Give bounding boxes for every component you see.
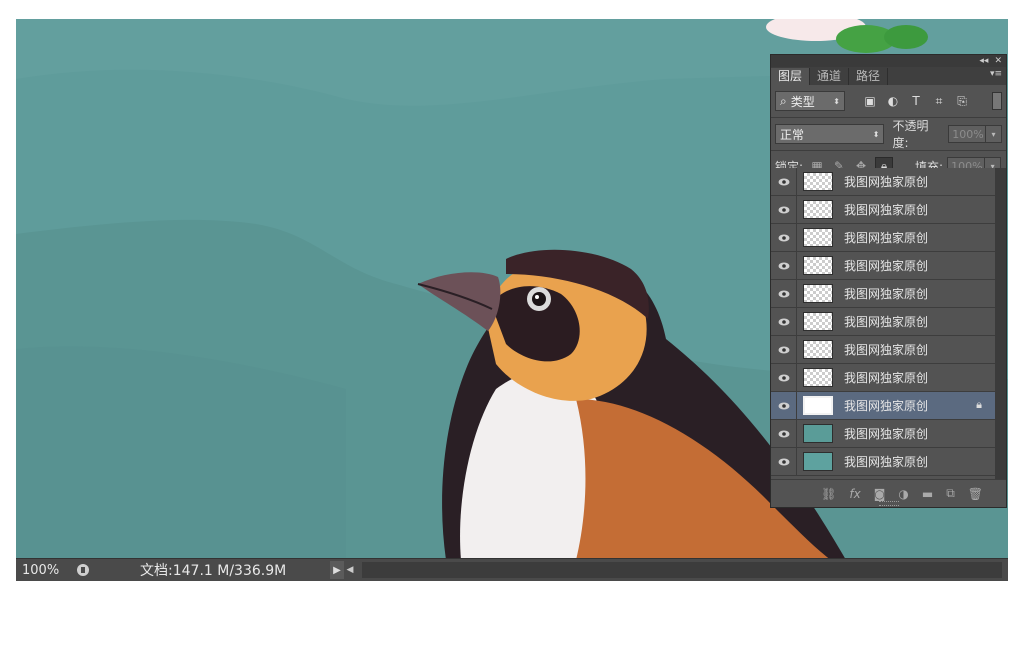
layer-name: 我图网独家原创	[844, 371, 929, 385]
layer-thumbnail	[803, 284, 833, 303]
tab-layers[interactable]: 图层	[771, 68, 811, 85]
layer-row-selected[interactable]: 我图网独家原创 🔒︎	[771, 392, 996, 420]
layer-name: 我图网独家原创	[844, 259, 929, 273]
layer-row[interactable]: 我图网独家原创	[771, 364, 996, 392]
layer-name: 我图网独家原创	[844, 175, 929, 189]
document-info: 文档:147.1 M/336.9M	[140, 563, 287, 579]
layer-thumbnail	[803, 368, 833, 387]
layer-thumbnail	[803, 424, 833, 443]
eye-icon[interactable]	[771, 336, 797, 363]
eye-icon[interactable]	[771, 224, 797, 251]
link-icon[interactable]: ⛓	[821, 487, 836, 501]
pixel-filter-icon[interactable]: ▣	[863, 94, 877, 108]
blend-mode-select[interactable]: 正常 ⬍	[775, 124, 885, 144]
layer-row[interactable]: 我图网独家原创	[771, 336, 996, 364]
layer-row[interactable]: 我图网独家原创	[771, 196, 996, 224]
layer-row[interactable]: 我图网独家原创	[771, 252, 996, 280]
layer-row[interactable]: 我图网独家原创	[771, 280, 996, 308]
eye-icon[interactable]	[771, 280, 797, 307]
divider	[771, 150, 1006, 151]
layer-row[interactable]: 我图网独家原创	[771, 420, 996, 448]
layer-name: 我图网独家原创	[844, 203, 929, 217]
eye-icon[interactable]	[771, 364, 797, 391]
chevron-updown-icon: ⬍	[833, 96, 840, 106]
horizontal-scrollbar[interactable]	[362, 562, 1002, 578]
collapse-icon[interactable]: ◂◂	[979, 56, 988, 66]
close-icon[interactable]: ✕	[994, 56, 1002, 66]
opacity-label: 不透明度:	[892, 119, 929, 150]
layer-thumbnail	[803, 256, 833, 275]
divider	[771, 117, 1006, 118]
layer-name: 我图网独家原创	[844, 315, 929, 329]
layers-bottom-bar: ⛓ fx ◙ ◑ ▬ ⧉ 🗑︎	[771, 479, 1006, 507]
filter-type-select[interactable]: ⌕ 类型 ⬍	[775, 91, 845, 111]
layer-list: 我图网独家原创 我图网独家原创 我图网独家原创 我图网独家原创 我图网独家原创 …	[771, 168, 996, 476]
adjustment-filter-icon[interactable]: ◐	[886, 94, 900, 108]
layer-name: 我图网独家原创	[844, 343, 929, 357]
layer-thumbnail	[803, 172, 833, 191]
filter-toggle[interactable]	[992, 92, 1002, 110]
layer-name: 我图网独家原创	[844, 231, 929, 245]
eye-icon[interactable]	[771, 392, 797, 419]
blend-mode-value: 正常	[780, 127, 805, 142]
tab-paths[interactable]: 路径	[849, 68, 889, 85]
chevron-updown-icon: ⬍	[872, 129, 880, 139]
layer-thumbnail	[803, 200, 833, 219]
filter-type-label: 类型	[790, 94, 815, 109]
layers-panel: ◂◂ ✕ 图层 通道 路径 ▾≡ ⌕ 类型 ⬍ ▣ ◐ T ⌗ ⎘ 正常 ⬍ 不…	[770, 54, 1007, 508]
layer-name: 我图网独家原创	[844, 455, 929, 469]
layer-row[interactable]: 我图网独家原创	[771, 448, 996, 476]
layer-thumbnail	[803, 340, 833, 359]
zoom-level[interactable]: 100%	[16, 563, 72, 578]
layers-scrollbar[interactable]	[995, 168, 1006, 479]
layer-row[interactable]: 我图网独家原创	[771, 224, 996, 252]
smart-object-filter-icon[interactable]: ⎘	[955, 94, 969, 108]
layer-row[interactable]: 我图网独家原创	[771, 168, 996, 196]
layer-name: 我图网独家原创	[844, 399, 929, 413]
fx-icon[interactable]: fx	[849, 487, 860, 501]
status-bar: 100% 文档:147.1 M/336.9M ▶ ◀	[16, 558, 1008, 581]
shape-filter-icon[interactable]: ⌗	[932, 94, 946, 108]
layer-thumbnail	[803, 452, 833, 471]
layer-lock-icon: 🔒︎	[976, 398, 982, 411]
panel-menu-icon[interactable]: ▾≡	[990, 69, 1002, 79]
layer-thumbnail	[803, 396, 833, 415]
layer-row[interactable]: 我图网独家原创	[771, 308, 996, 336]
status-menu-arrow-icon[interactable]: ▶	[330, 561, 344, 579]
proof-setup-icon[interactable]	[72, 561, 94, 579]
adjustment-icon[interactable]: ◑	[898, 487, 908, 501]
panel-title-bar: ◂◂ ✕	[771, 55, 1006, 67]
folder-icon[interactable]: ▬	[922, 487, 933, 501]
eye-icon[interactable]	[771, 448, 797, 475]
eye-icon[interactable]	[771, 308, 797, 335]
eye-icon[interactable]	[771, 252, 797, 279]
layer-thumbnail	[803, 228, 833, 247]
eye-icon[interactable]	[771, 420, 797, 447]
opacity-dropdown-icon[interactable]: ▾	[986, 125, 1003, 143]
layer-name: 我图网独家原创	[844, 427, 929, 441]
blend-row: 正常 ⬍ 不透明度: 100% ▾	[771, 119, 1006, 150]
layer-thumbnail	[803, 312, 833, 331]
eye-icon[interactable]	[771, 168, 797, 195]
mask-icon[interactable]: ◙	[874, 487, 886, 501]
layer-name: 我图网独家原创	[844, 287, 929, 301]
search-icon: ⌕	[780, 93, 787, 108]
resize-grip[interactable]	[879, 501, 899, 506]
trash-icon[interactable]: 🗑︎	[968, 487, 983, 501]
eye-icon[interactable]	[771, 196, 797, 223]
type-filter-icon[interactable]: T	[909, 94, 923, 108]
scroll-left-icon[interactable]: ◀	[344, 565, 356, 575]
new-layer-icon[interactable]: ⧉	[946, 486, 955, 501]
filter-row: ⌕ 类型 ⬍ ▣ ◐ T ⌗ ⎘	[771, 88, 1006, 114]
opacity-input[interactable]: 100%	[948, 125, 987, 143]
tab-channels[interactable]: 通道	[810, 68, 850, 85]
panel-tabs: 图层 通道 路径 ▾≡	[771, 67, 1006, 85]
